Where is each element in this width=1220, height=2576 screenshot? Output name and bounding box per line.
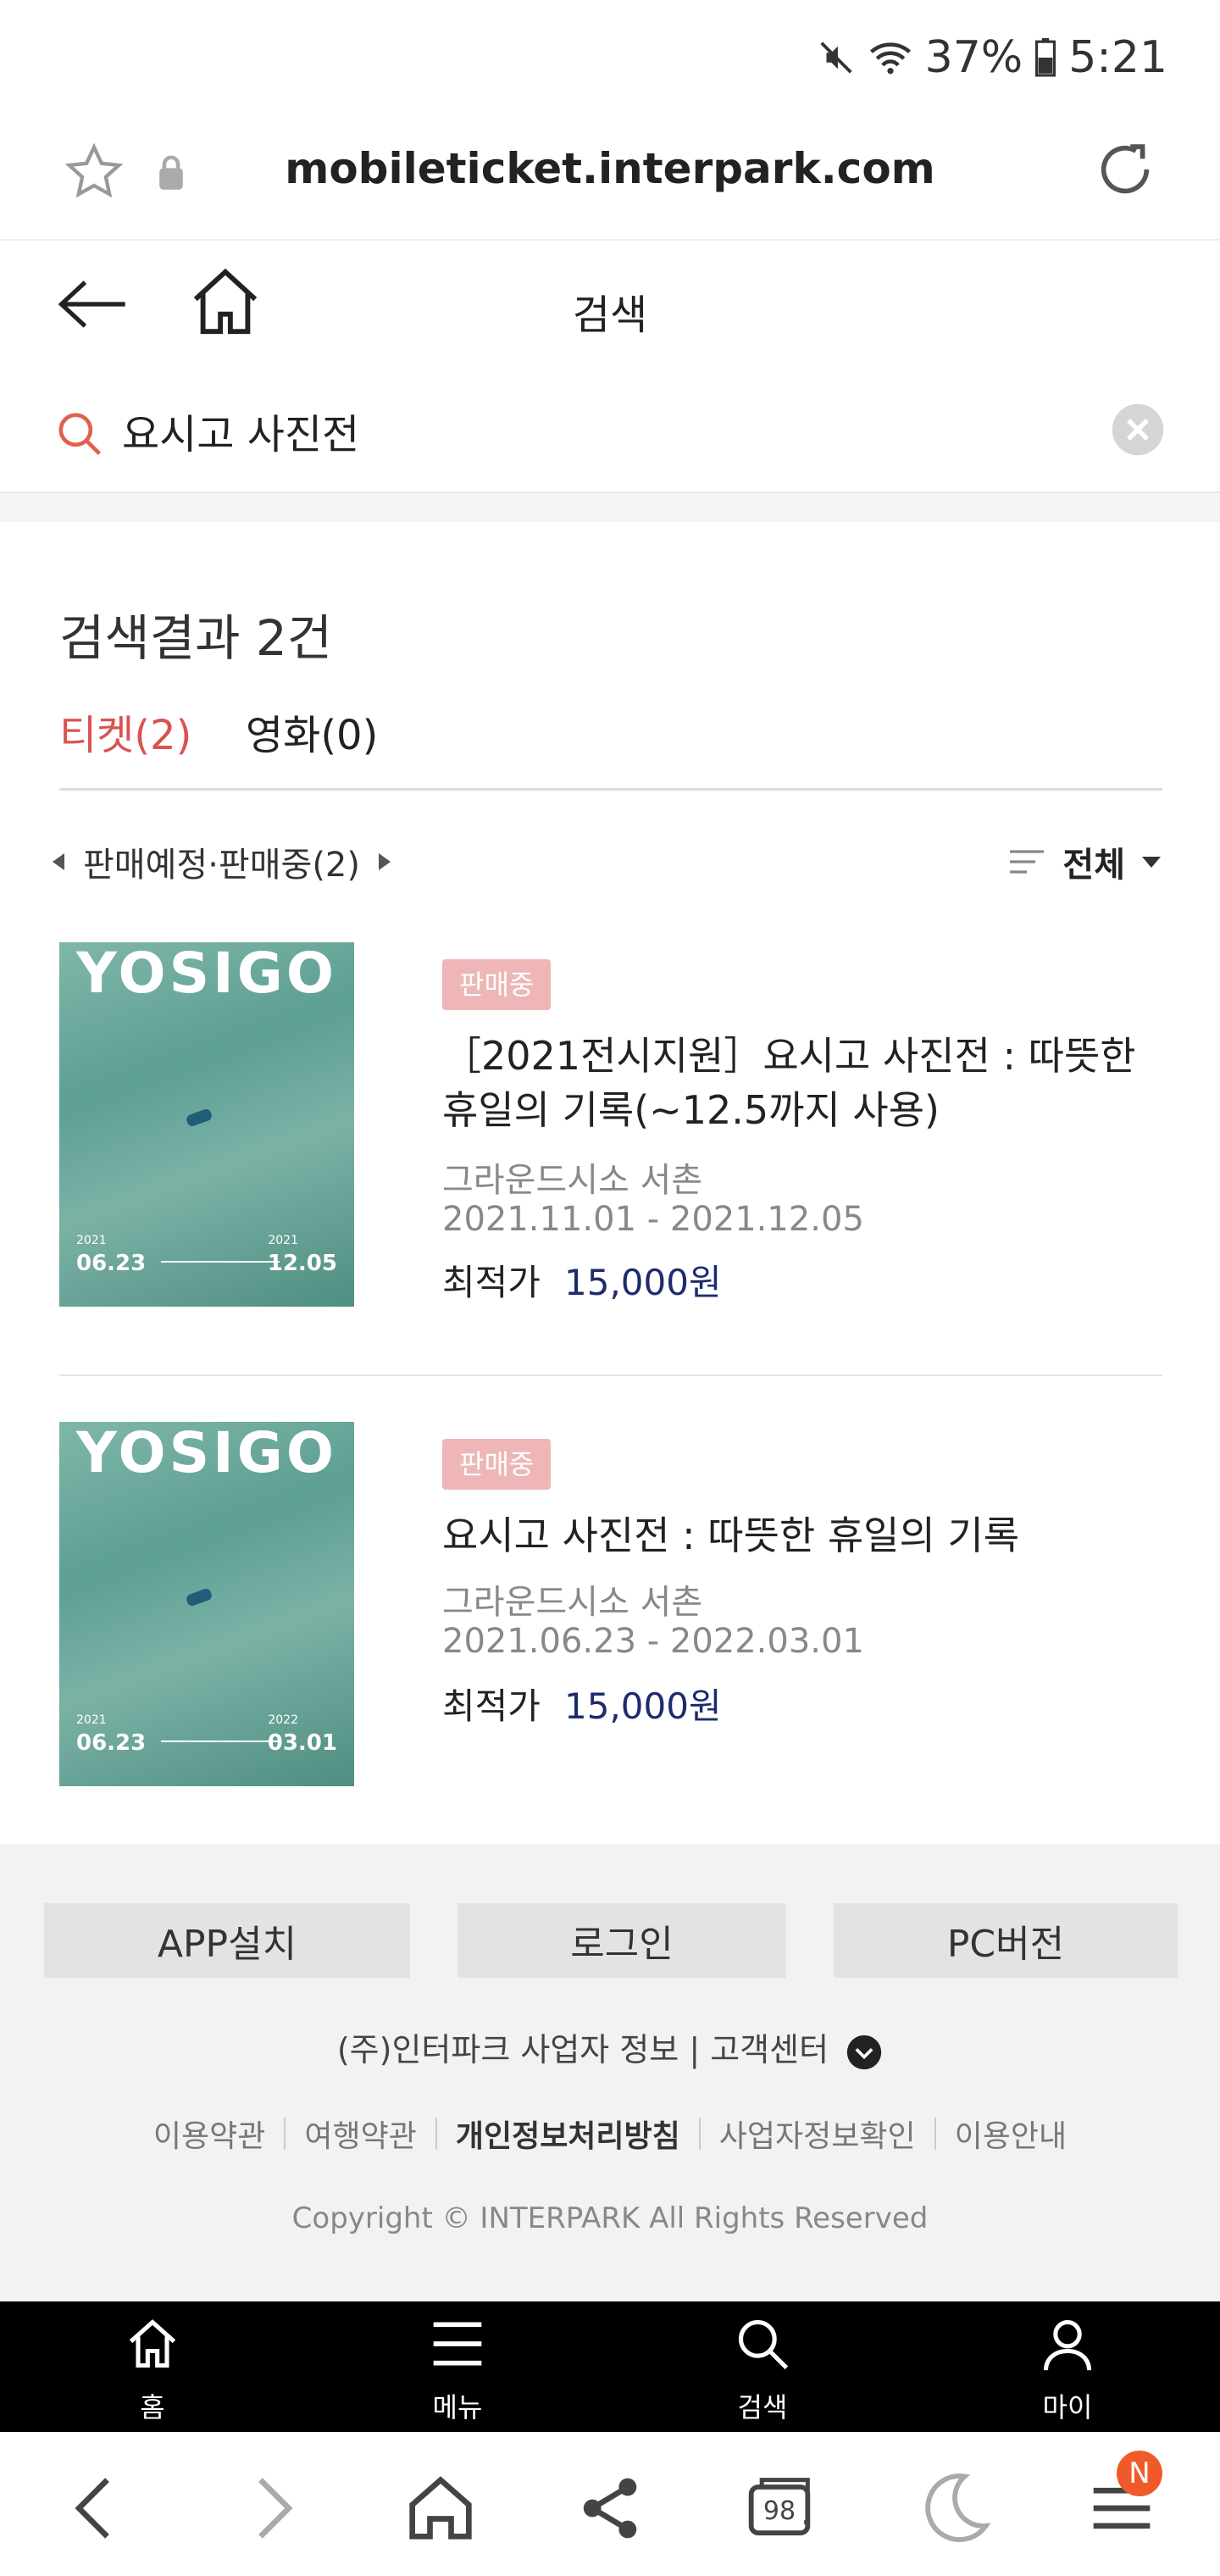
bottom-nav: 홈 메뉴 검색 마이	[0, 2301, 1220, 2432]
poster-title: YOSIGO	[76, 1422, 337, 1485]
link-divider	[284, 2118, 286, 2150]
url-text[interactable]: mobileticket.interpark.com	[0, 144, 1220, 193]
poster-date-start: 06.23	[76, 1251, 147, 1276]
chevron-down-icon	[1142, 856, 1161, 868]
next-filter-icon[interactable]	[378, 853, 391, 870]
search-bar	[0, 368, 1220, 493]
nav-search[interactable]: 검색	[686, 2301, 839, 2432]
login-button[interactable]: 로그인	[458, 1903, 786, 1978]
poster-image[interactable]: YOSIGO 2021 2022 06.23 03.01	[59, 1422, 354, 1786]
item-venue: 그라운드시소 서촌	[442, 1161, 703, 1200]
terms-link[interactable]: 이용약관	[153, 2112, 265, 2156]
poster-year-end: 2021	[268, 1234, 298, 1247]
poster-date-end: 12.05	[267, 1251, 337, 1276]
status-bar: 37% 5:21	[0, 0, 1220, 119]
menu-icon	[433, 2322, 482, 2366]
nav-label: 메뉴	[432, 2391, 483, 2423]
tab-movie[interactable]: 영화(0)	[246, 702, 378, 761]
user-icon	[1043, 2319, 1092, 2371]
battery-icon	[1035, 38, 1056, 77]
company-info-label: (주)인터파크 사업자 정보 | 고객센터	[336, 2031, 829, 2068]
price-label: 최적가	[442, 1262, 541, 1303]
poster-image[interactable]: YOSIGO 2021 2021 06.23 12.05	[59, 942, 354, 1307]
clear-search-icon[interactable]	[1110, 402, 1166, 458]
reload-icon[interactable]	[1093, 137, 1157, 202]
poster-swimmer	[185, 1587, 214, 1607]
tabs-button[interactable]: 98	[737, 2466, 822, 2551]
filter-label: 판매예정·판매중(2)	[83, 846, 360, 885]
travel-terms-link[interactable]: 여행약관	[304, 2112, 416, 2156]
browser-back-icon[interactable]	[54, 2466, 139, 2551]
app-install-button[interactable]: APP설치	[44, 1903, 410, 1978]
nav-label: 홈	[140, 2391, 165, 2423]
browser-url-bar: mobileticket.interpark.com	[0, 119, 1220, 241]
usage-guide-link[interactable]: 이용안내	[955, 2112, 1067, 2156]
sort-lines-icon	[1010, 850, 1045, 874]
tabs-count: 98	[762, 2496, 796, 2526]
result-item[interactable]: YOSIGO 2021 2021 06.23 12.05 판매중 ［2021전시…	[0, 939, 1220, 1337]
footer-links: 이용약관 여행약관 개인정보처리방침 사업자정보확인 이용안내	[0, 2112, 1220, 2156]
page-title: 검색	[572, 291, 648, 339]
poster-year-end: 2022	[268, 1713, 298, 1727]
dark-mode-moon-icon[interactable]	[912, 2466, 996, 2551]
link-divider	[435, 2118, 437, 2150]
business-info-link[interactable]: 사업자정보확인	[719, 2112, 916, 2156]
chevron-down-icon[interactable]	[846, 2034, 883, 2071]
home-icon	[129, 2319, 176, 2368]
link-divider	[934, 2118, 936, 2150]
item-dates: 2021.11.01 - 2021.12.05	[442, 1200, 864, 1239]
price-label: 최적가	[442, 1685, 541, 1727]
result-item[interactable]: YOSIGO 2021 2022 06.23 03.01 판매중 요시고 사진전…	[0, 1418, 1220, 1817]
item-dates: 2021.06.23 - 2022.03.01	[442, 1622, 864, 1661]
battery-percent: 37%	[924, 32, 1023, 83]
nav-my[interactable]: 마이	[991, 2301, 1144, 2432]
status-badge: 판매중	[442, 959, 552, 1010]
pc-version-button[interactable]: PC버전	[834, 1903, 1178, 1978]
poster-year-start: 2021	[76, 1713, 107, 1727]
price-value: 15,000원	[564, 1262, 722, 1303]
mute-icon	[820, 42, 852, 74]
poster-date-start: 06.23	[76, 1730, 147, 1756]
status-indicators: 37% 5:21	[817, 32, 1167, 83]
price-value: 15,000원	[564, 1685, 722, 1727]
prev-filter-icon[interactable]	[53, 853, 64, 870]
item-divider	[59, 1374, 1162, 1376]
tab-ticket[interactable]: 티켓(2)	[59, 702, 191, 761]
sort-label: 전체	[1062, 846, 1125, 885]
sort-dropdown[interactable]: 전체	[1008, 837, 1161, 886]
nav-label: 마이	[1042, 2391, 1093, 2423]
browser-toolbar: 98 N	[0, 2432, 1220, 2576]
share-icon[interactable]	[568, 2466, 652, 2551]
nav-label: 검색	[737, 2391, 788, 2423]
item-title[interactable]: ［2021전시지원］요시고 사진전 : 따뜻한 휴일의 기록(~12.5까지 사…	[442, 1029, 1171, 1137]
notification-badge: N	[1117, 2451, 1162, 2496]
app-header: 검색	[0, 241, 1220, 368]
poster-year-start: 2021	[76, 1234, 107, 1247]
clock: 5:21	[1068, 32, 1167, 83]
poster-title: YOSIGO	[76, 942, 337, 1006]
item-title[interactable]: 요시고 사진전 : 따뜻한 휴일의 기록	[442, 1508, 1171, 1563]
search-input[interactable]	[122, 405, 1096, 456]
browser-forward-icon[interactable]	[229, 2466, 313, 2551]
section-spacer	[0, 493, 1220, 522]
search-icon	[58, 413, 101, 455]
sale-status-filter[interactable]: 판매예정·판매중(2)	[53, 837, 391, 886]
poster-date-end: 03.01	[267, 1730, 337, 1756]
item-venue: 그라운드시소 서촌	[442, 1583, 703, 1622]
status-badge: 판매중	[442, 1439, 552, 1490]
result-count: 검색결과 2건	[59, 609, 333, 667]
company-info[interactable]: (주)인터파크 사업자 정보 | 고객센터	[0, 2024, 1220, 2071]
privacy-policy-link[interactable]: 개인정보처리방침	[456, 2112, 680, 2156]
poster-swimmer	[185, 1108, 214, 1128]
copyright: Copyright © INTERPARK All Rights Reserve…	[291, 2201, 929, 2235]
browser-home-icon[interactable]	[398, 2466, 483, 2551]
poster-arrow	[161, 1261, 280, 1263]
tabs-divider	[59, 788, 1162, 791]
poster-arrow	[161, 1740, 280, 1742]
wifi-icon	[869, 42, 911, 75]
nav-menu[interactable]: 메뉴	[381, 2301, 534, 2432]
link-divider	[698, 2118, 701, 2150]
nav-home[interactable]: 홈	[76, 2301, 229, 2432]
search-icon	[738, 2319, 789, 2370]
